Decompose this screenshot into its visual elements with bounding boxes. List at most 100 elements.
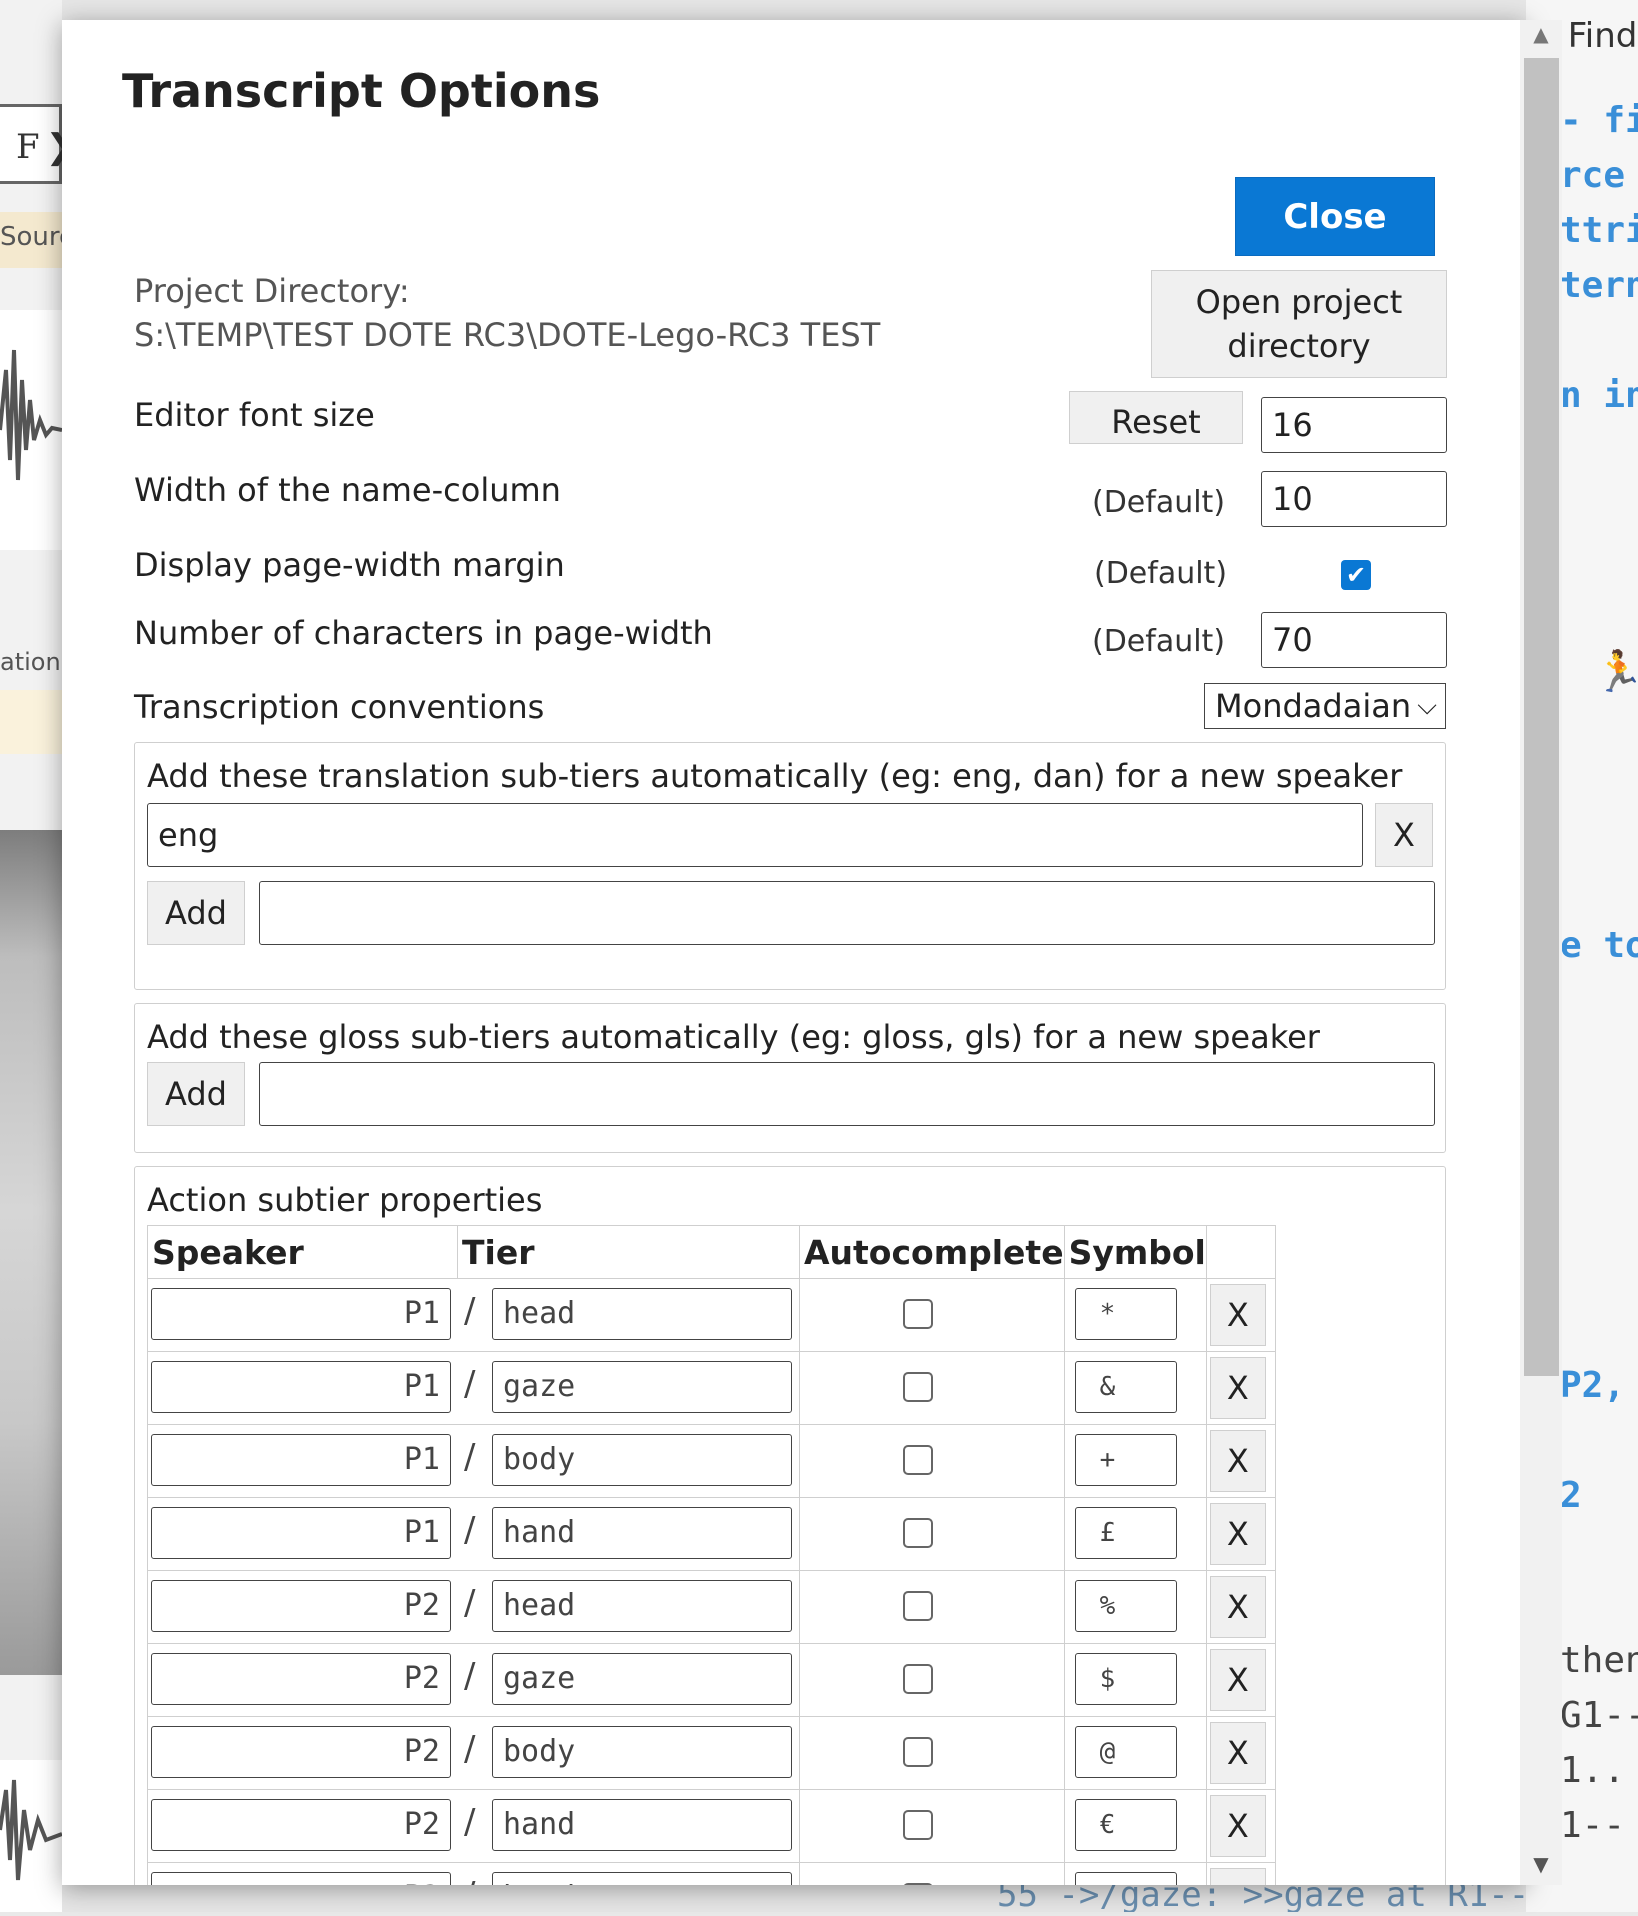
autocomplete-checkbox[interactable]	[903, 1591, 933, 1621]
column-header-autocomplete: Autocomplete	[799, 1225, 1065, 1279]
autocomplete-checkbox[interactable]	[903, 1518, 933, 1548]
speaker-input[interactable]: P1	[151, 1434, 451, 1486]
symbol-input[interactable]: $	[1074, 1653, 1177, 1705]
background-code-line: 55 ->/gaze: >>gaze at R1--	[997, 1885, 1526, 1912]
remove-row-button[interactable]: X	[1209, 1868, 1266, 1885]
close-button[interactable]: Close	[1235, 177, 1435, 256]
scroll-up-arrow-icon[interactable]: ▲	[1527, 22, 1555, 50]
speaker-input[interactable]: P2	[151, 1653, 451, 1705]
autocomplete-cell	[799, 1716, 1065, 1790]
gloss-subtiers-section: Add these gloss sub-tiers automatically …	[134, 1003, 1446, 1153]
tier-input[interactable]: body	[492, 1434, 792, 1486]
remove-row-button[interactable]: X	[1209, 1503, 1266, 1565]
remove-cell: X	[1205, 1716, 1276, 1790]
tier-input[interactable]: hand	[492, 1507, 792, 1559]
tier-input[interactable]: head	[492, 1288, 792, 1340]
symbol-cell: @	[1063, 1716, 1207, 1790]
tier-input[interactable]: body	[492, 1726, 792, 1778]
scrollbar-thumb[interactable]	[1524, 58, 1559, 1376]
remove-row-button[interactable]: X	[1209, 1357, 1266, 1419]
scroll-down-arrow-icon[interactable]: ▼	[1527, 1852, 1555, 1880]
page-width-chars-input[interactable]	[1261, 612, 1447, 668]
code-fragment: - fi	[1560, 100, 1638, 141]
tier-input[interactable]: gaze	[492, 1653, 792, 1705]
editor-font-size-label: Editor font size	[134, 396, 375, 434]
remove-row-button[interactable]: X	[1209, 1284, 1266, 1346]
symbol-input[interactable]: ¥	[1074, 1872, 1177, 1885]
symbol-input[interactable]: &	[1074, 1361, 1177, 1413]
remove-translation-subtier-button[interactable]: X	[1375, 803, 1433, 867]
symbol-input[interactable]: £	[1074, 1507, 1177, 1559]
remove-row-button[interactable]: X	[1209, 1649, 1266, 1711]
symbol-input[interactable]: €	[1074, 1799, 1177, 1851]
table-row: P1 / gaze & X	[147, 1351, 1276, 1425]
name-column-width-label: Width of the name-column	[134, 471, 561, 509]
remove-row-button[interactable]: X	[1209, 1795, 1266, 1857]
add-translation-subtier-button[interactable]: Add	[147, 881, 245, 945]
transcription-conventions-select[interactable]: Mondadaian ⌵	[1204, 683, 1446, 729]
new-translation-subtier-input[interactable]	[259, 881, 1435, 945]
editor-font-size-input[interactable]	[1261, 397, 1447, 453]
name-column-width-input[interactable]	[1261, 471, 1447, 527]
remove-row-button[interactable]: X	[1209, 1430, 1266, 1492]
autocomplete-checkbox[interactable]	[903, 1299, 933, 1329]
symbol-input[interactable]: +	[1074, 1434, 1177, 1486]
autocomplete-checkbox[interactable]	[903, 1445, 933, 1475]
symbol-input[interactable]: @	[1074, 1726, 1177, 1778]
background-bottom-strip: 55 ->/gaze: >>gaze at R1--	[62, 1885, 1526, 1912]
autocomplete-checkbox[interactable]	[903, 1664, 933, 1694]
code-fragment: P2,	[1560, 1365, 1626, 1406]
separator-slash: /	[464, 1291, 476, 1331]
separator-slash: /	[464, 1364, 476, 1404]
symbol-input[interactable]: *	[1074, 1288, 1177, 1340]
autocomplete-cell	[799, 1497, 1065, 1571]
symbol-cell: &	[1063, 1351, 1207, 1425]
speaker-input[interactable]: P3	[151, 1872, 451, 1885]
remove-row-button[interactable]: X	[1209, 1722, 1266, 1784]
new-gloss-subtier-input[interactable]	[259, 1062, 1435, 1126]
action-subtier-section: Action subtier properties Speaker Tier A…	[134, 1166, 1446, 1885]
autocomplete-checkbox[interactable]	[903, 1883, 933, 1885]
speaker-input[interactable]: P1	[151, 1361, 451, 1413]
speaker-input[interactable]: P2	[151, 1726, 451, 1778]
page-width-margin-label: Display page-width margin	[134, 546, 565, 584]
add-gloss-subtier-button[interactable]: Add	[147, 1062, 245, 1126]
symbol-cell: %	[1063, 1570, 1207, 1644]
tier-input[interactable]: gaze	[492, 1361, 792, 1413]
chevron-down-icon: ⌵	[1417, 691, 1437, 721]
background-source-label: Sourc	[0, 212, 62, 268]
symbol-cell: *	[1063, 1278, 1207, 1352]
tier-input[interactable]: head	[492, 1580, 792, 1632]
speaker-tier-cell: P1 / hand	[147, 1497, 800, 1571]
autocomplete-checkbox[interactable]	[903, 1372, 933, 1402]
speaker-input[interactable]: P1	[151, 1288, 451, 1340]
page-width-margin-checkbox[interactable]: ✔	[1341, 560, 1371, 590]
speaker-input[interactable]: P2	[151, 1580, 451, 1632]
gloss-subtiers-heading: Add these gloss sub-tiers automatically …	[147, 1018, 1320, 1056]
separator-slash: /	[464, 1437, 476, 1477]
column-header-tier: Tier	[457, 1225, 800, 1279]
tier-input[interactable]: head	[492, 1872, 792, 1885]
remove-cell: X	[1205, 1497, 1276, 1571]
speaker-tier-cell: P2 / hand	[147, 1789, 800, 1863]
code-fragment: G1--	[1560, 1695, 1638, 1736]
translation-subtier-input[interactable]	[147, 803, 1363, 867]
speaker-input[interactable]: P1	[151, 1507, 451, 1559]
open-project-directory-button[interactable]: Open project directory	[1151, 270, 1447, 378]
translation-subtiers-section: Add these translation sub-tiers automati…	[134, 742, 1446, 990]
symbol-input[interactable]: %	[1074, 1580, 1177, 1632]
project-directory-path: S:\TEMP\TEST DOTE RC3\DOTE-Lego-RC3 TEST	[134, 316, 881, 354]
autocomplete-checkbox[interactable]	[903, 1810, 933, 1840]
code-fragment: 1--	[1560, 1805, 1626, 1846]
video-frame-image	[0, 830, 62, 1675]
table-row: P3 / head ¥ X	[147, 1862, 1276, 1885]
reset-font-size-button[interactable]: Reset	[1069, 391, 1243, 444]
autocomplete-checkbox[interactable]	[903, 1737, 933, 1767]
page-width-chars-default-label: (Default)	[1092, 624, 1226, 659]
speaker-tier-cell: P3 / head	[147, 1862, 800, 1885]
speaker-input[interactable]: P2	[151, 1799, 451, 1851]
tier-input[interactable]: hand	[492, 1799, 792, 1851]
transcript-options-dialog: Transcript Options Close Project Directo…	[62, 20, 1526, 1885]
remove-row-button[interactable]: X	[1209, 1576, 1266, 1638]
background-left-panel: F❯ Sourc ation	[0, 0, 74, 1912]
